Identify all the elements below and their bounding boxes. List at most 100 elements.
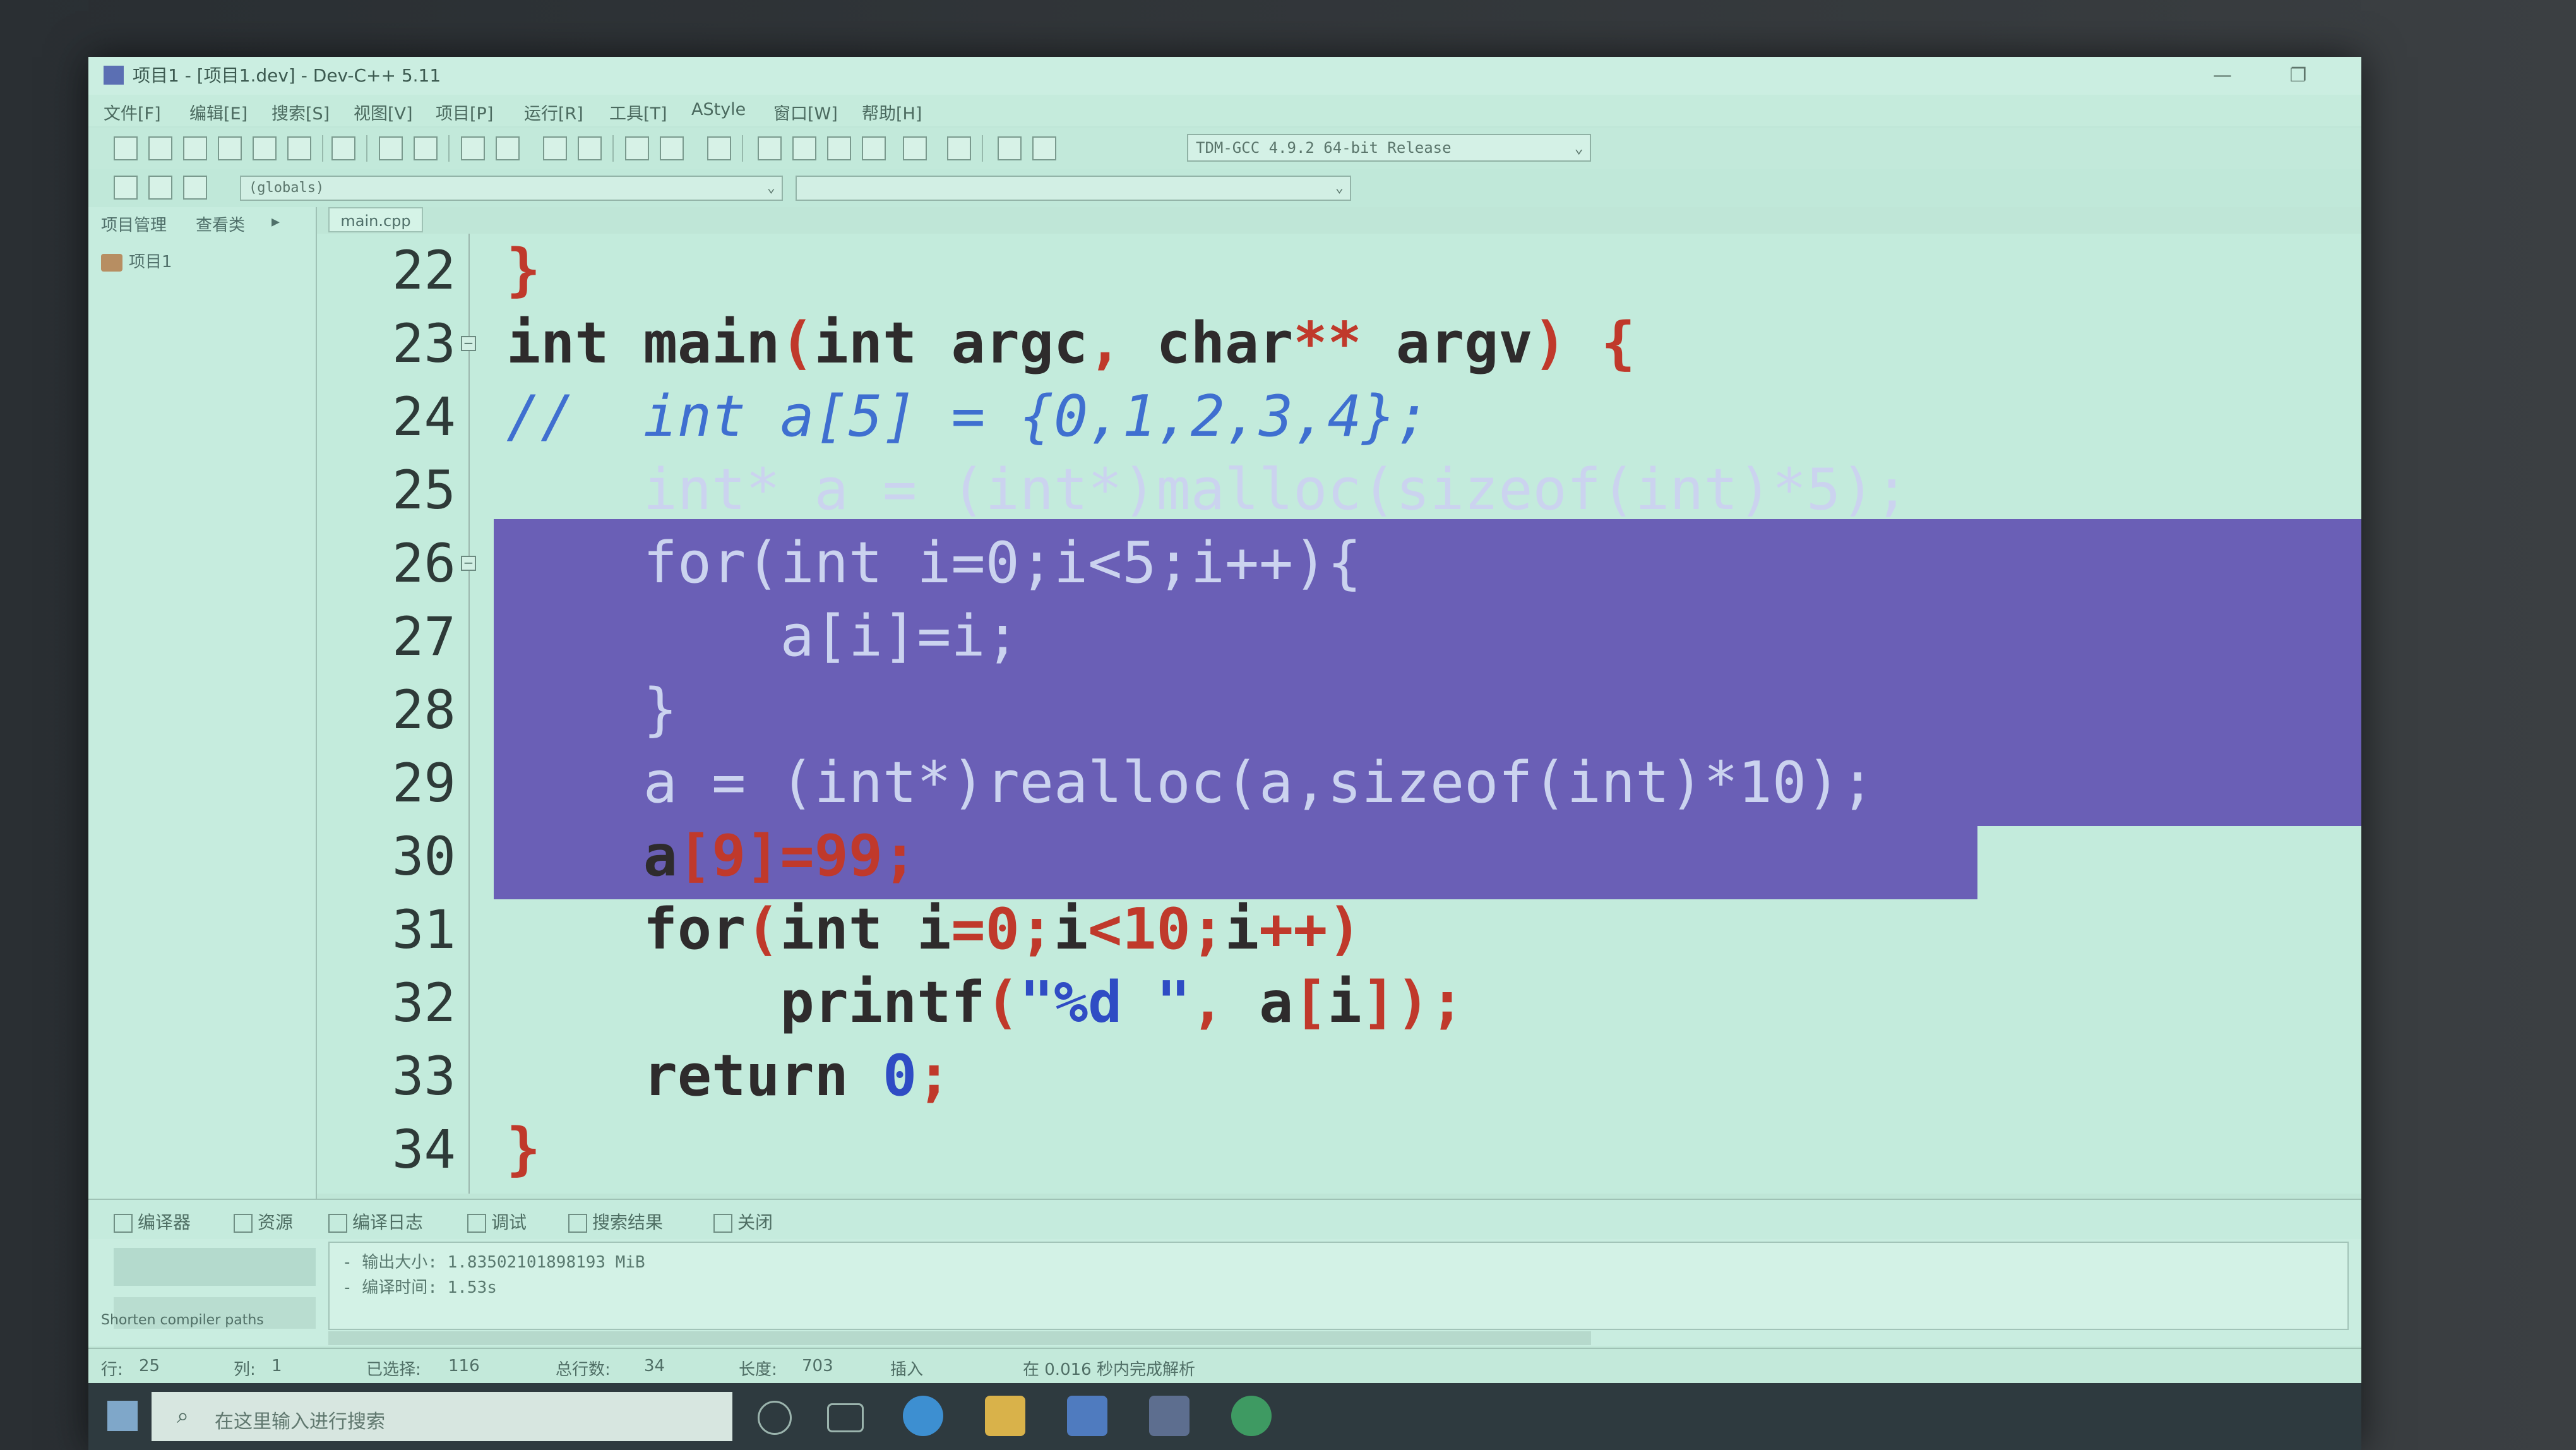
replace-icon[interactable] <box>496 136 520 160</box>
status-parse-time: 在 0.016 秒内完成解析 <box>1023 1360 1195 1379</box>
insert-icon[interactable] <box>148 176 172 200</box>
tab-close[interactable]: 关闭 <box>713 1209 773 1234</box>
side-tab-scroll-icon[interactable]: ▸ <box>271 212 280 231</box>
status-col: 1 <box>271 1357 282 1375</box>
menu-tools[interactable]: 工具[T] <box>609 100 667 124</box>
run-icon[interactable] <box>792 136 816 160</box>
cortana-icon[interactable] <box>758 1401 792 1435</box>
file-explorer-icon[interactable] <box>985 1396 1025 1436</box>
menu-run[interactable]: 运行[R] <box>524 100 583 124</box>
debug-icon[interactable] <box>1032 136 1056 160</box>
code-line[interactable]: 34} <box>317 1113 2361 1186</box>
save-all-icon[interactable] <box>218 136 242 160</box>
minimize-button[interactable]: — <box>2197 57 2248 95</box>
close-file-icon[interactable] <box>253 136 277 160</box>
menu-project[interactable]: 项目[P] <box>436 100 493 124</box>
menu-window[interactable]: 窗口[W] <box>773 100 838 124</box>
tab-compiler[interactable]: 编译器 <box>114 1209 191 1234</box>
code-text: } <box>506 1113 540 1186</box>
code-token: <10; <box>1088 896 1225 962</box>
line-number: 30 <box>391 825 456 887</box>
code-line[interactable]: 27 a[i]=i; <box>317 600 2361 673</box>
task-view-icon[interactable] <box>827 1403 864 1432</box>
code-line[interactable]: 29 a = (int*)realloc(a,sizeof(int)*10); <box>317 746 2361 820</box>
fold-toggle-icon[interactable]: − <box>461 336 476 351</box>
close-all-icon[interactable] <box>287 136 311 160</box>
check-syntax-icon[interactable] <box>903 136 927 160</box>
fold-toggle-icon[interactable]: − <box>461 556 476 571</box>
code-line[interactable]: 25 int* a = (int*)malloc(sizeof(int)*5); <box>317 453 2361 527</box>
taskbar-search[interactable]: ⌕ 在这里输入进行搜索 <box>152 1392 732 1441</box>
code-text: int main(int argc, char** argv) { <box>506 307 1635 380</box>
output-side-button[interactable] <box>114 1248 316 1286</box>
code-token: a[i]=i; <box>506 603 1020 669</box>
resources-icon <box>234 1214 253 1233</box>
class-nav-icon[interactable] <box>114 176 138 200</box>
menu-search[interactable]: 搜索[S] <box>271 100 330 124</box>
code-line[interactable]: 26 for(int i=0;i<5;i++){ <box>317 527 2361 600</box>
tab-compiler-label: 编译器 <box>138 1212 191 1233</box>
menu-view[interactable]: 视图[V] <box>354 100 413 124</box>
profile-icon[interactable] <box>998 136 1022 160</box>
compile-run-icon[interactable] <box>827 136 851 160</box>
save-icon[interactable] <box>183 136 207 160</box>
compile-log-area[interactable]: - 输出大小: 1.83502101898193 MiB - 编译时间: 1.5… <box>328 1242 2349 1330</box>
scope-select[interactable]: (globals) ⌄ <box>240 176 783 201</box>
code-line[interactable]: 22} <box>317 234 2361 307</box>
menu-astyle[interactable]: AStyle <box>691 100 746 119</box>
code-line[interactable]: 30 a[9]=99; <box>317 820 2361 893</box>
compiler-select[interactable]: TDM-GCC 4.9.2 64-bit Release ⌄ <box>1187 134 1591 162</box>
open-file-icon[interactable] <box>148 136 172 160</box>
menu-edit[interactable]: 编辑[E] <box>189 100 247 124</box>
tab-compile-log[interactable]: 编译日志 <box>328 1209 423 1234</box>
compile-icon[interactable] <box>758 136 782 160</box>
chrome-icon[interactable] <box>1231 1396 1272 1436</box>
title-bar: 项目1 - [项目1.dev] - Dev-C++ 5.11 — ❐ <box>88 57 2361 95</box>
code-line[interactable]: 23 int main(int argc, char** argv) { <box>317 307 2361 380</box>
projected-screen: 项目1 - [项目1.dev] - Dev-C++ 5.11 — ❐ 文件[F]… <box>88 57 2361 1450</box>
undo-icon[interactable] <box>379 136 403 160</box>
toggle-icon[interactable] <box>183 176 207 200</box>
mail-icon[interactable] <box>1067 1396 1107 1436</box>
code-text: a[9]=99; <box>506 820 917 893</box>
code-line[interactable]: 33 return 0; <box>317 1040 2361 1113</box>
tab-resources[interactable]: 资源 <box>234 1209 293 1234</box>
code-line[interactable]: 24 // int a[5] = {0,1,2,3,4}; <box>317 380 2361 453</box>
code-token: int main <box>506 310 780 376</box>
code-token: int i <box>780 896 951 962</box>
code-line[interactable]: 28 } <box>317 673 2361 746</box>
tab-debug[interactable]: 调试 <box>467 1209 527 1234</box>
shorten-paths-checkbox[interactable]: Shorten compiler paths <box>101 1312 264 1328</box>
restore-button[interactable]: ❐ <box>2273 57 2323 95</box>
project-icon[interactable] <box>707 136 731 160</box>
devcpp-taskbar-icon[interactable] <box>1149 1396 1190 1436</box>
code-token: =0; <box>951 896 1054 962</box>
redo-icon[interactable] <box>414 136 438 160</box>
new-file-icon[interactable] <box>114 136 138 160</box>
code-token: [ <box>1293 969 1328 1036</box>
menu-help[interactable]: 帮助[H] <box>862 100 922 124</box>
code-token: i <box>1224 896 1260 962</box>
horizontal-scrollbar[interactable] <box>328 1331 1591 1345</box>
stop-icon[interactable] <box>947 136 971 160</box>
project-tree-root[interactable]: 项目1 <box>101 249 172 272</box>
project-name: 项目1 <box>129 253 172 272</box>
code-line[interactable]: 32 printf("%d ", a[i]); <box>317 966 2361 1040</box>
tab-class-browser[interactable]: 查看类 <box>196 212 245 236</box>
tab-search-results[interactable]: 搜索结果 <box>568 1209 663 1234</box>
tab-project-manager[interactable]: 项目管理 <box>101 212 167 236</box>
indent-icon[interactable] <box>543 136 567 160</box>
edge-browser-icon[interactable] <box>903 1396 943 1436</box>
bookmark-icon[interactable] <box>660 136 684 160</box>
unindent-icon[interactable] <box>578 136 602 160</box>
tab-main-cpp[interactable]: main.cpp <box>328 207 423 232</box>
print-icon[interactable] <box>331 136 355 160</box>
goto-icon[interactable] <box>625 136 649 160</box>
member-select[interactable]: ⌄ <box>796 176 1351 201</box>
rebuild-icon[interactable] <box>862 136 886 160</box>
find-icon[interactable] <box>461 136 485 160</box>
windows-start-icon[interactable] <box>107 1401 138 1431</box>
code-line[interactable]: 31 for(int i=0;i<10;i++) <box>317 893 2361 966</box>
code-editor[interactable]: 22} 23 int main(int argc, char** argv) {24… <box>317 234 2361 1194</box>
menu-file[interactable]: 文件[F] <box>104 100 161 124</box>
